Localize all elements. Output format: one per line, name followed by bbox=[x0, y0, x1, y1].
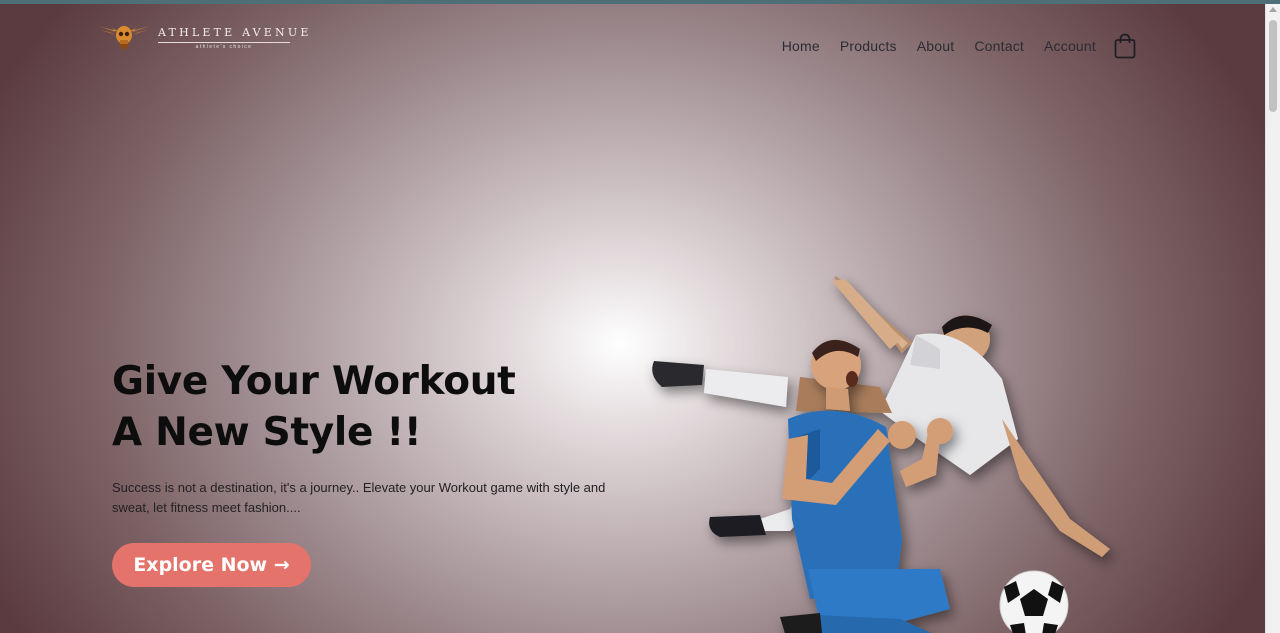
scroll-thumb[interactable] bbox=[1269, 20, 1277, 112]
brand-name: ATHLETE AVENUE bbox=[158, 26, 312, 39]
hero-headline-line-2: A New Style !! bbox=[112, 410, 422, 455]
nav-account[interactable]: Account bbox=[1044, 38, 1096, 54]
explore-now-button[interactable]: Explore Now → bbox=[112, 543, 311, 587]
nav-about[interactable]: About bbox=[917, 38, 955, 54]
nav-products[interactable]: Products bbox=[840, 38, 897, 54]
soccer-players-image bbox=[652, 275, 1110, 633]
scroll-up-arrow-icon[interactable] bbox=[1269, 7, 1277, 12]
shopping-bag-icon[interactable] bbox=[1114, 33, 1136, 59]
nav-home[interactable]: Home bbox=[782, 38, 820, 54]
nav-contact[interactable]: Contact bbox=[974, 38, 1024, 54]
brand-tagline: athlete's choice bbox=[195, 44, 253, 50]
hero-section: ATHLETE AVENUE athlete's choice Home Pro… bbox=[0, 4, 1266, 633]
hero-headline: Give Your Workout A New Style !! bbox=[112, 356, 516, 458]
page-scrollbar[interactable] bbox=[1265, 4, 1280, 633]
hero-headline-line-1: Give Your Workout bbox=[112, 359, 516, 404]
soccer-ball-icon bbox=[999, 570, 1069, 633]
main-nav: Home Products About Contact Account bbox=[762, 38, 1096, 54]
hero-description: Success is not a destination, it's a jou… bbox=[112, 480, 606, 515]
brand-divider bbox=[158, 42, 290, 43]
skull-wings-logo-icon bbox=[98, 26, 150, 51]
brand-logo[interactable]: ATHLETE AVENUE athlete's choice bbox=[96, 20, 312, 52]
